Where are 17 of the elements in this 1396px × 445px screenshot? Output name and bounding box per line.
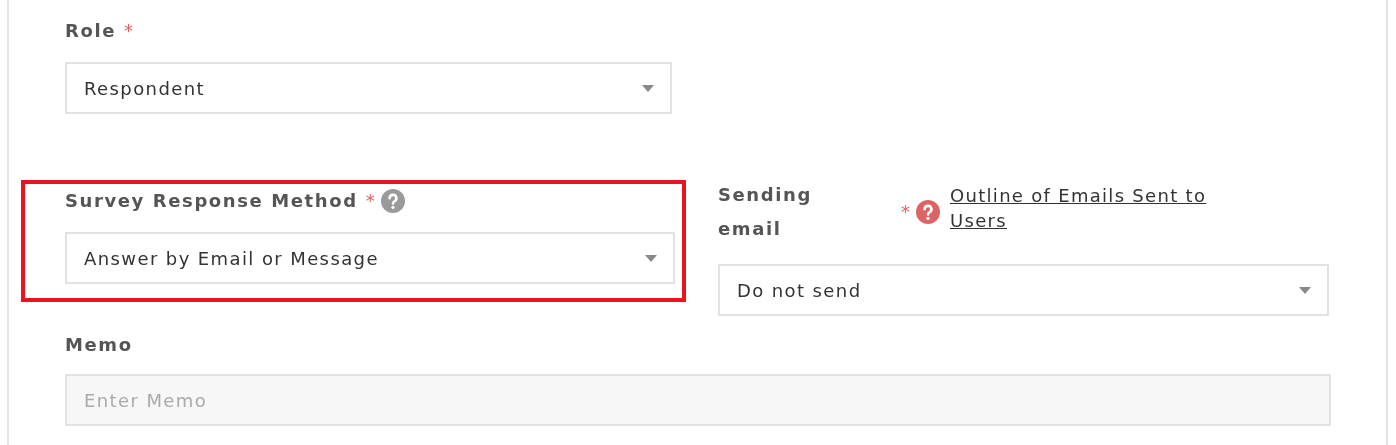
response-method-select[interactable]: Answer by Email or Message — [65, 232, 675, 284]
field-label: Survey Response Method — [65, 189, 358, 213]
required-mark: * — [901, 200, 910, 224]
required-mark: * — [365, 189, 375, 213]
email-outline-link[interactable]: Outline of Emails Sent to Users — [950, 183, 1250, 233]
help-icon[interactable] — [916, 200, 940, 224]
field-label: Sending email — [718, 183, 813, 241]
role-select[interactable]: Respondent — [65, 62, 672, 114]
field-label: Role — [65, 19, 116, 43]
field-label: Memo — [65, 334, 133, 355]
sending-email-select[interactable]: Do not send — [718, 264, 1329, 316]
memo-field[interactable]: Enter Memo — [65, 374, 1331, 426]
required-mark: * — [124, 19, 133, 43]
caret-icon — [1299, 286, 1311, 294]
caret-icon — [645, 254, 657, 262]
help-icon[interactable] — [380, 189, 405, 213]
caret-icon — [642, 84, 654, 92]
